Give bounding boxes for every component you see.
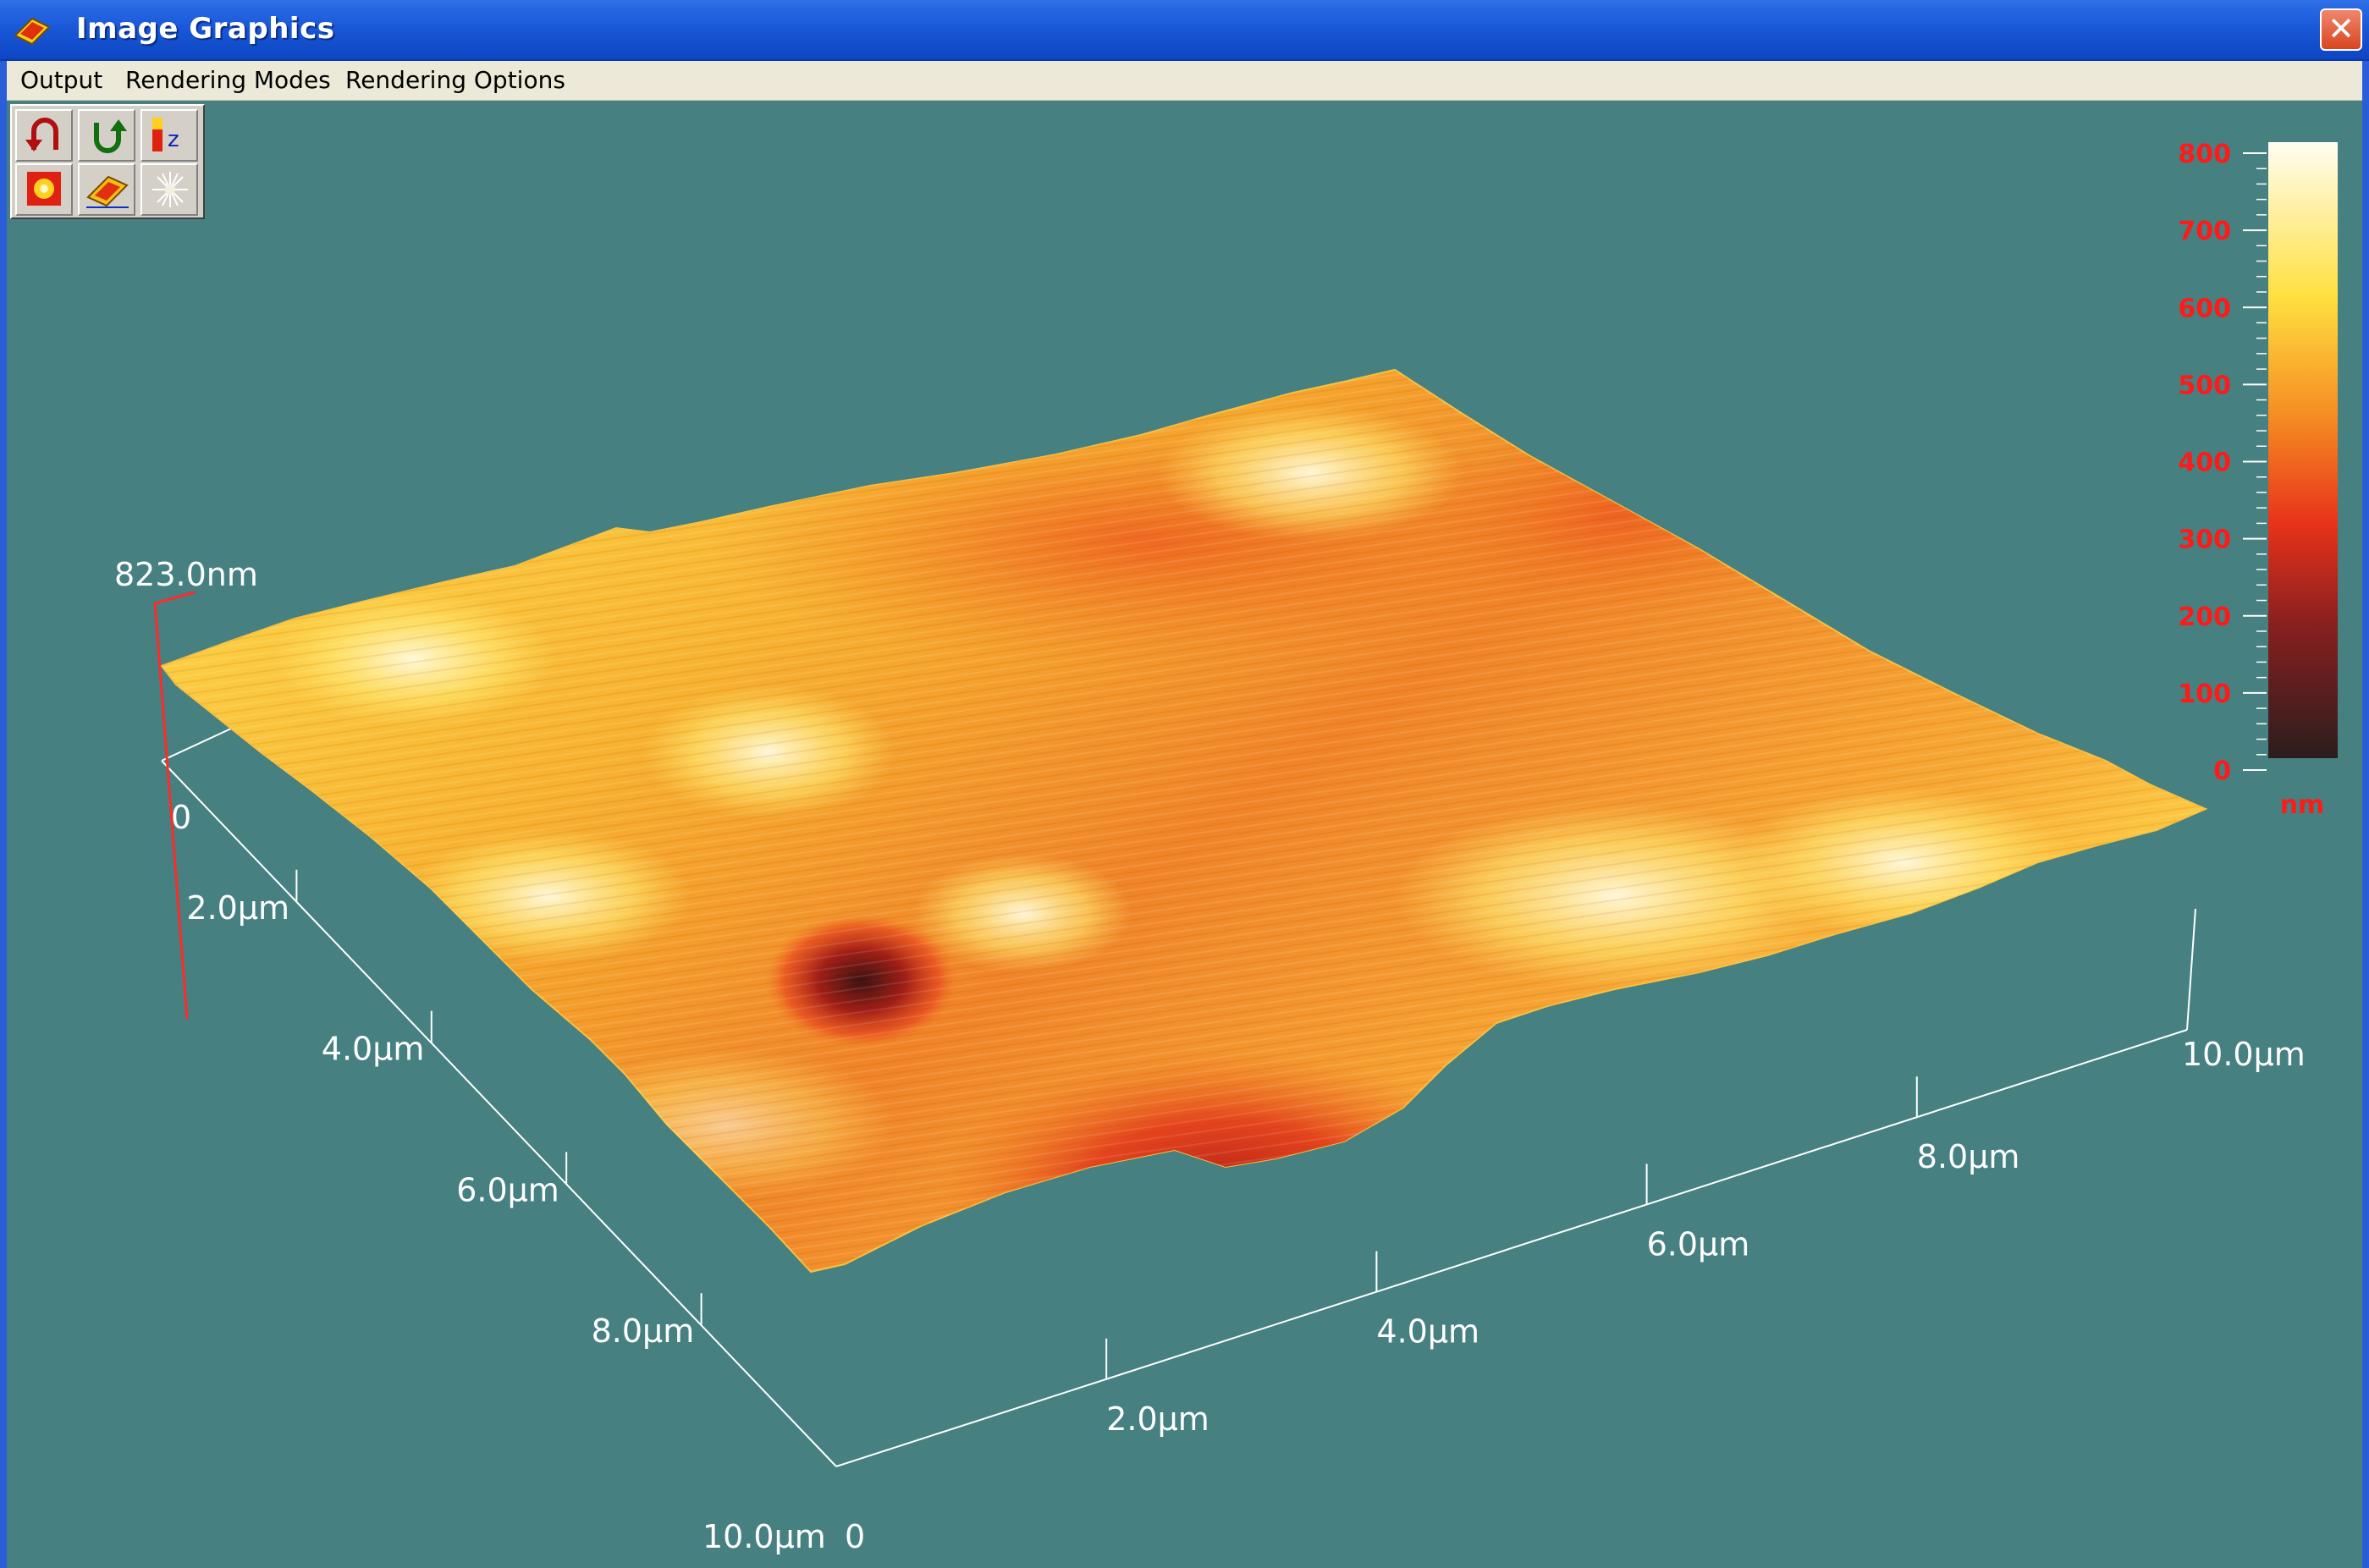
render-area: 823.0nm 0 2.0µm 4.0µm 6.0µm 8.0µm 10.0µm 0 2… bbox=[7, 101, 2362, 1568]
colorbar-tick-label: 200 bbox=[2178, 602, 2231, 632]
color-map-icon bbox=[27, 172, 61, 206]
image-graphics-window: Image Graphics ✕ Output Rendering Modes … bbox=[0, 0, 2369, 1568]
z-axis-top-tick bbox=[154, 591, 196, 605]
colorbar-tick-label: 600 bbox=[2178, 294, 2231, 323]
colorbar-tick-label: 300 bbox=[2178, 525, 2231, 555]
front-axis-tick-label: 6.0µm bbox=[1647, 1225, 1750, 1263]
colorbar-tick-label: 400 bbox=[2178, 448, 2231, 478]
rotate-left-button[interactable] bbox=[15, 109, 73, 162]
colorbar-tick-label: 800 bbox=[2178, 140, 2231, 169]
surface-render-icon bbox=[86, 175, 129, 208]
light-source-button[interactable] bbox=[140, 163, 198, 216]
left-axis-origin-label: 0 bbox=[171, 799, 191, 836]
window-title: Image Graphics bbox=[76, 12, 335, 46]
front-axis-tick-label: 2.0µm bbox=[1106, 1400, 1209, 1438]
left-axis-tick-label: 2.0µm bbox=[186, 889, 289, 927]
front-axis-tick-label: 8.0µm bbox=[1917, 1138, 2020, 1175]
colorbar: 800 700 600 500 400 300 200 100 0 nm bbox=[2178, 140, 2338, 820]
z-max-label: 823.0nm bbox=[114, 556, 258, 593]
left-axis-tick-label: 8.0µm bbox=[592, 1312, 695, 1350]
title-bar[interactable]: Image Graphics ✕ bbox=[0, 0, 2369, 61]
z-scale-icon: z bbox=[152, 118, 179, 152]
light-source-icon bbox=[152, 172, 188, 207]
afm-3d-plot[interactable]: 823.0nm 0 2.0µm 4.0µm 6.0µm 8.0µm 10.0µm 0 2… bbox=[7, 101, 2362, 1568]
rotate-right-button[interactable] bbox=[78, 109, 135, 162]
left-axis-tick-label: 6.0µm bbox=[456, 1171, 559, 1208]
svg-text:z: z bbox=[168, 127, 179, 152]
axis-box-back-left-edge bbox=[161, 728, 232, 762]
z-scale-button[interactable]: z bbox=[140, 109, 198, 162]
left-axis-tick-label: 10.0µm bbox=[702, 1518, 826, 1555]
left-axis-tick-label: 4.0µm bbox=[322, 1031, 425, 1068]
colorbar-tick-label: 0 bbox=[2213, 756, 2231, 786]
colorbar-gradient bbox=[2268, 142, 2338, 758]
front-axis-tick-label: 10.0µm bbox=[2182, 1036, 2306, 1073]
height-surface bbox=[160, 368, 2208, 1274]
menu-rendering-options[interactable]: Rendering Options bbox=[345, 66, 565, 94]
colorbar-tick-label: 100 bbox=[2178, 679, 2231, 709]
front-axis-origin-label: 0 bbox=[845, 1518, 865, 1555]
front-axis-tick-label: 4.0µm bbox=[1376, 1313, 1479, 1351]
color-map-button[interactable] bbox=[15, 163, 73, 216]
surface-streaks bbox=[162, 370, 2206, 1272]
surface-pit-bottom bbox=[1116, 1188, 1403, 1272]
surface-render-button[interactable] bbox=[78, 163, 135, 216]
colorbar-unit: nm bbox=[2280, 790, 2325, 820]
close-button[interactable]: ✕ bbox=[2320, 8, 2362, 51]
menu-bar: Output Rendering Modes Rendering Options bbox=[7, 61, 2362, 101]
colorbar-tick-label: 500 bbox=[2178, 371, 2231, 400]
render-toolbar: z bbox=[10, 104, 205, 219]
axis-box-right-edge bbox=[2186, 908, 2196, 1031]
app-icon bbox=[14, 17, 51, 46]
menu-rendering-modes[interactable]: Rendering Modes bbox=[125, 66, 331, 94]
colorbar-tick-label: 700 bbox=[2178, 217, 2231, 246]
rotate-right-icon bbox=[94, 119, 127, 153]
menu-output[interactable]: Output bbox=[20, 66, 102, 94]
rotate-left-icon bbox=[25, 118, 58, 151]
